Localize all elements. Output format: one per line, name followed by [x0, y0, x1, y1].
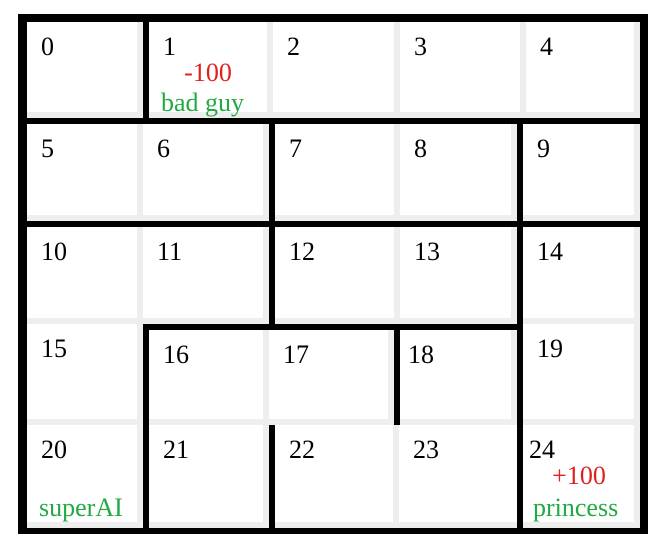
- wall: [394, 324, 400, 425]
- cell-22: 22: [275, 425, 399, 528]
- wall: [269, 425, 275, 534]
- cell-number: 17: [283, 340, 309, 369]
- cell-10: 10: [27, 227, 143, 324]
- cell-number: 0: [41, 32, 54, 61]
- cell-reward: +100: [552, 461, 606, 490]
- wall: [18, 221, 149, 227]
- cell-8: 8: [400, 124, 517, 221]
- cell-23: 23: [399, 425, 523, 528]
- cell-4: 4: [526, 22, 640, 118]
- cell-19: 19: [523, 324, 640, 425]
- cell-number: 7: [289, 134, 302, 163]
- wall: [143, 14, 149, 124]
- cell-number: 3: [414, 32, 427, 61]
- cell-number: 21: [163, 435, 189, 464]
- cell-number: 16: [163, 340, 189, 369]
- cell-0: 0: [27, 22, 143, 118]
- cell-5: 5: [27, 124, 143, 221]
- cell-number: 5: [41, 134, 54, 163]
- cell-16: 16: [149, 330, 269, 425]
- cell-24: 24 +100 princess: [523, 425, 640, 528]
- cell-number: 9: [537, 134, 550, 163]
- cell-21: 21: [149, 425, 269, 528]
- wall: [143, 324, 400, 330]
- cell-1: 1 -100 bad guy: [149, 22, 273, 118]
- cell-number: 14: [537, 237, 563, 266]
- cell-number: 15: [41, 334, 67, 363]
- cell-reward: -100: [184, 58, 232, 87]
- cell-3: 3: [400, 22, 526, 118]
- cell-9: 9: [523, 124, 640, 221]
- cell-number: 13: [414, 237, 440, 266]
- cell-11: 11: [143, 227, 269, 324]
- cell-number: 8: [414, 134, 427, 163]
- cell-14: 14: [523, 227, 640, 324]
- cell-7: 7: [275, 124, 400, 221]
- wall: [143, 324, 149, 425]
- cell-20: 20 superAI: [27, 425, 143, 528]
- cell-number: 22: [289, 435, 315, 464]
- wall: [394, 221, 523, 227]
- cell-number: 23: [413, 435, 439, 464]
- cell-17: 17: [269, 330, 394, 425]
- cell-12: 12: [275, 227, 400, 324]
- cell-number: 18: [408, 340, 434, 369]
- cell-15: 15: [27, 324, 143, 425]
- wall: [269, 118, 275, 324]
- cell-label: princess: [533, 493, 619, 522]
- cell-label: bad guy: [161, 88, 245, 117]
- cell-number: 12: [289, 237, 315, 266]
- cell-label: superAI: [39, 493, 123, 522]
- cell-number: 10: [41, 237, 67, 266]
- cell-13: 13: [400, 227, 517, 324]
- cell-18: 18: [394, 330, 517, 425]
- cell-number: 6: [157, 134, 170, 163]
- cell-number: 2: [287, 32, 300, 61]
- cell-number: 19: [537, 334, 563, 363]
- cell-2: 2: [273, 22, 400, 118]
- cell-number: 11: [157, 237, 183, 266]
- grid-world: 0 1 -100 bad guy 2 3 4 5 6 7 8 9 10 11 1…: [18, 14, 648, 534]
- wall: [517, 118, 523, 534]
- cell-number: 4: [540, 32, 553, 61]
- cell-number: 20: [41, 435, 67, 464]
- cell-6: 6: [143, 124, 269, 221]
